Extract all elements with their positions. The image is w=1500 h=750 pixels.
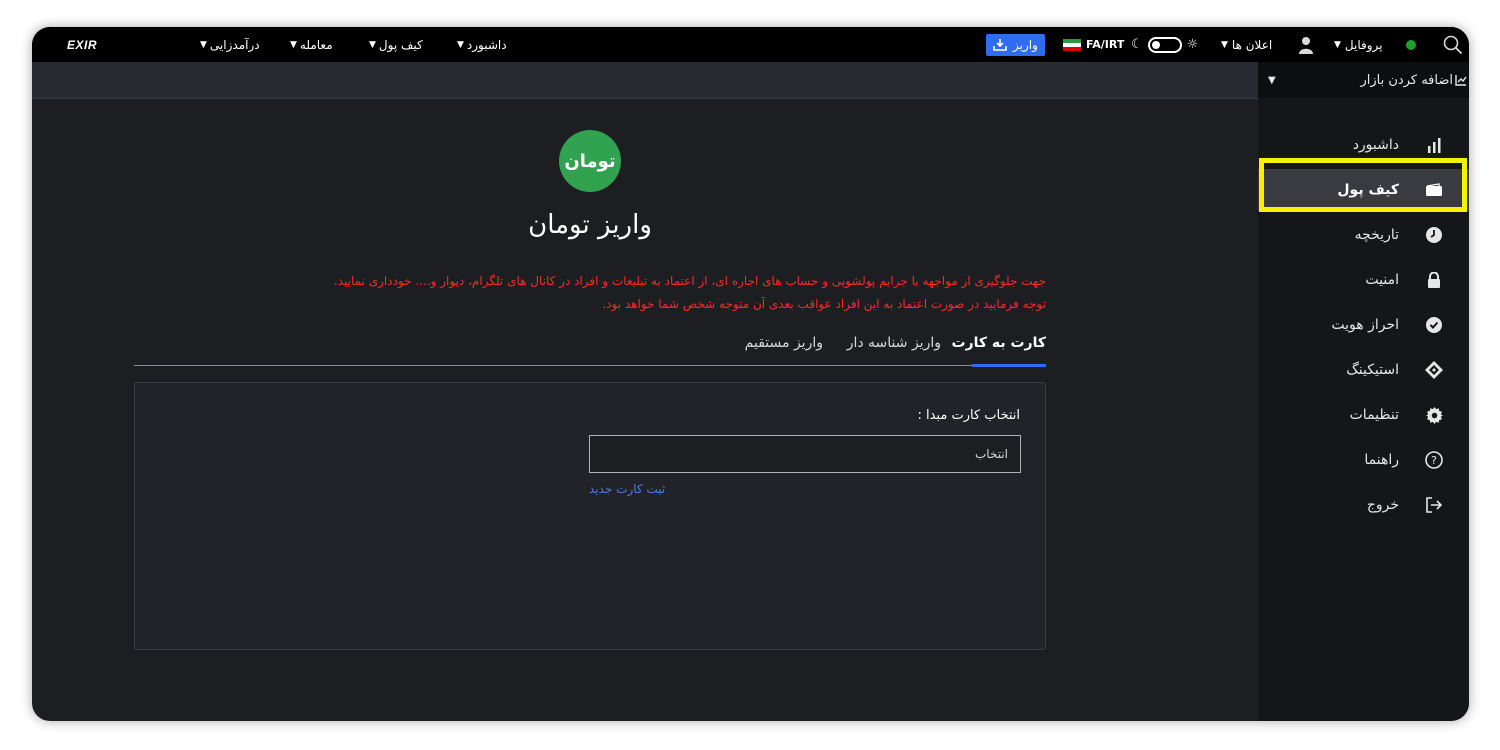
sidebar-item-staking[interactable]: استیکینگ xyxy=(1258,349,1469,391)
tab-card-to-card[interactable]: کارت به کارت xyxy=(951,335,1046,351)
market-chart-icon xyxy=(1455,75,1467,86)
search-icon[interactable] xyxy=(1443,27,1463,62)
svg-text:?: ? xyxy=(1431,454,1437,467)
sidebar-item-history[interactable]: تاریخچه xyxy=(1258,214,1469,256)
announcements-menu[interactable]: ▼ اعلان ها xyxy=(1221,27,1272,62)
profile-menu[interactable]: ▼ پروفایل xyxy=(1334,27,1383,62)
sidebar-item-help[interactable]: راهنما ? xyxy=(1258,439,1469,481)
sun-icon: ☼ xyxy=(1186,37,1199,52)
wallet-highlight-box xyxy=(1259,158,1467,212)
online-dot xyxy=(1406,39,1416,50)
download-icon xyxy=(993,39,1007,51)
help-circle-icon: ? xyxy=(1423,451,1445,469)
online-status xyxy=(1406,27,1416,62)
locale-selector[interactable]: FA/IRT xyxy=(1059,27,1124,62)
user-icon[interactable] xyxy=(1299,27,1313,62)
theme-toggle[interactable]: ☾ ☼ xyxy=(1131,27,1198,62)
clock-icon xyxy=(1423,227,1445,243)
deposit-tabs: کارت به کارت واریز شناسه دار واریز مستقی… xyxy=(134,329,1046,367)
caret-down-icon: ▼ xyxy=(200,39,207,50)
nav-trade[interactable]: ▼ معامله xyxy=(290,27,333,62)
caret-down-icon: ▼ xyxy=(369,39,376,50)
top-bar: EXIR ▼ درآمدزایی ▼ معامله ▼ کیف پول ▼ دا… xyxy=(32,27,1469,62)
active-tab-underline xyxy=(972,364,1046,367)
warning-line-2: توجه فرمایید در صورت اعتماد به این افراد… xyxy=(602,297,1046,311)
sidebar-item-logout[interactable]: خروج xyxy=(1258,484,1469,526)
source-card-label: انتخاب کارت مبدا : xyxy=(917,408,1020,423)
gear-icon xyxy=(1423,406,1445,424)
page-title: واریز تومان xyxy=(528,210,652,240)
caret-down-icon: ▼ xyxy=(1268,74,1276,86)
check-badge-icon xyxy=(1423,317,1445,333)
moon-icon: ☾ xyxy=(1131,37,1143,52)
caret-down-icon: ▼ xyxy=(1221,39,1228,50)
caret-down-icon: ▼ xyxy=(457,39,464,50)
sidebar-item-security[interactable]: امنیت xyxy=(1258,259,1469,301)
main-content: تومان واریز تومان جهت جلوگیری از مواجهه … xyxy=(32,99,1258,721)
deposit-button[interactable]: واریز xyxy=(986,33,1045,56)
nav-dashboard[interactable]: ▼ داشبورد xyxy=(457,27,507,62)
iran-flag-icon xyxy=(1063,38,1081,51)
exir-logo[interactable]: EXIR xyxy=(67,27,97,62)
nav-earn[interactable]: ▼ درآمدزایی xyxy=(200,27,260,62)
tab-id-deposit[interactable]: واریز شناسه دار xyxy=(847,335,941,351)
caret-down-icon: ▼ xyxy=(290,39,297,50)
source-card-select[interactable]: انتخاب xyxy=(589,435,1021,473)
tab-direct-deposit[interactable]: واریز مستقیم xyxy=(745,335,823,351)
add-market-bar[interactable]: ▼ اضافه کردن بازار xyxy=(1258,62,1469,98)
sidebar-item-verification[interactable]: احراز هویت xyxy=(1258,304,1469,346)
logout-icon xyxy=(1423,497,1445,513)
add-market-label: اضافه کردن بازار xyxy=(1360,72,1453,88)
caret-down-icon: ▼ xyxy=(1334,39,1341,50)
theme-switch[interactable] xyxy=(1147,36,1182,53)
lock-icon xyxy=(1423,272,1445,288)
nav-wallet[interactable]: ▼ کیف پول xyxy=(369,27,423,62)
toman-token-icon: تومان xyxy=(559,130,621,192)
app-window: EXIR ▼ درآمدزایی ▼ معامله ▼ کیف پول ▼ دا… xyxy=(32,27,1469,721)
deposit-form-card: انتخاب کارت مبدا : انتخاب ثبت کارت جدید xyxy=(134,382,1046,650)
staking-icon xyxy=(1423,361,1445,379)
deposit-button-wrap: واریز xyxy=(986,27,1045,62)
register-new-card-link[interactable]: ثبت کارت جدید xyxy=(589,482,665,496)
bar-chart-icon xyxy=(1423,137,1445,153)
sidebar-item-settings[interactable]: تنظیمات xyxy=(1258,394,1469,436)
sub-header xyxy=(32,62,1258,99)
warning-line-1: جهت جلوگیری از مواجهه با جرایم پولشویی و… xyxy=(333,274,1046,288)
